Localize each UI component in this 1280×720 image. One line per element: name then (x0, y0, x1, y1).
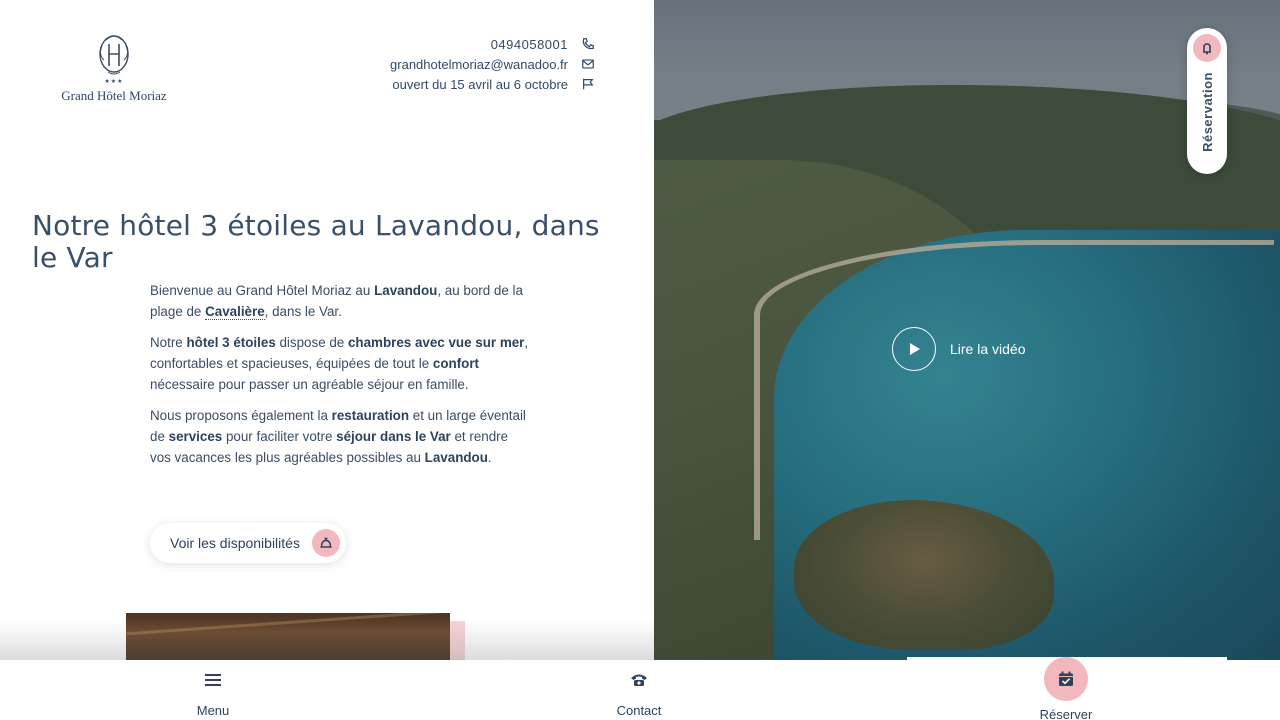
intro-paragraph-3: Nous proposons également la restauration… (150, 405, 530, 468)
reserve-icon-wrap (1044, 657, 1088, 701)
text-run: dispose de (275, 335, 348, 350)
bell-icon (1193, 34, 1221, 62)
hotel-logo[interactable]: ★★★ Grand Hôtel Moriaz (56, 30, 172, 106)
reservation-tab-label: Réservation (1199, 72, 1215, 152)
reserve-button[interactable]: Réserver (1023, 657, 1109, 720)
play-icon (892, 327, 936, 371)
availability-button-label: Voir les disponibilités (170, 535, 300, 551)
text-run: Notre (150, 335, 187, 350)
text-run-bold: confort (432, 356, 480, 371)
reservation-side-tab[interactable]: Réservation (1187, 28, 1227, 174)
intro-paragraph-1: Bienvenue au Grand Hôtel Moriaz au Lavan… (150, 280, 530, 322)
logo-stars: ★★★ (104, 79, 124, 85)
text-run-bold: Lavandou (424, 450, 488, 465)
reserve-label: Réserver (1039, 707, 1093, 720)
contact-label: Contact (616, 703, 662, 718)
opening-line: ouvert du 15 avril au 6 octobre (390, 74, 596, 94)
play-video-label: Lire la vidéo (950, 341, 1026, 357)
contact-block: 0494058001 grandhotelmoriaz@wanadoo.fr o… (390, 34, 596, 94)
text-run: , dans le Var. (264, 304, 342, 319)
text-run-bold: Lavandou (374, 283, 438, 298)
text-run: Nous proposons également la (150, 408, 332, 423)
logo-name: Grand Hôtel Moriaz (61, 88, 167, 103)
text-run: pour faciliter votre (222, 429, 337, 444)
cavaliere-link[interactable]: Cavalière (205, 304, 265, 320)
text-run-bold: chambres avec vue sur mer (347, 335, 525, 350)
text-run-bold: services (168, 429, 223, 444)
email-address[interactable]: grandhotelmoriaz@wanadoo.fr (390, 57, 568, 72)
text-run-bold: hôtel 3 étoiles (186, 335, 276, 350)
envelope-icon (580, 56, 596, 72)
text-run-bold: séjour dans le Var (336, 429, 451, 444)
text-run: Bienvenue au Grand Hôtel Moriaz au (150, 283, 375, 298)
text-run: nécessaire pour passer un agréable séjou… (150, 377, 469, 392)
phone-line[interactable]: 0494058001 (390, 34, 596, 54)
page-title: Notre hôtel 3 étoiles au Lavandou, dans … (32, 209, 600, 274)
menu-label: Menu (196, 703, 230, 718)
phone-icon (580, 36, 596, 52)
hotel-interior-image (126, 613, 450, 660)
menu-button[interactable]: Menu (170, 660, 256, 720)
reception-bell-icon (311, 529, 340, 557)
text-run: . (487, 450, 492, 465)
intro-paragraph-2: Notre hôtel 3 étoiles dispose de chambre… (150, 332, 530, 395)
left-panel: ★★★ Grand Hôtel Moriaz 0494058001 grandh… (0, 0, 654, 660)
hamburger-icon (204, 660, 222, 700)
flag-icon (580, 76, 596, 92)
calendar-check-icon (1044, 657, 1088, 701)
opening-dates: ouvert du 15 avril au 6 octobre (392, 76, 568, 92)
intro-text: Bienvenue au Grand Hôtel Moriaz au Lavan… (150, 280, 530, 478)
telephone-icon (629, 660, 649, 700)
contact-button[interactable]: Contact (596, 660, 682, 720)
bottom-nav: Menu Contact Réserver (0, 657, 1280, 720)
monogram-icon (99, 35, 129, 75)
play-video-button[interactable]: Lire la vidéo (892, 327, 1026, 371)
phone-number[interactable]: 0494058001 (491, 37, 568, 52)
availability-button[interactable]: Voir les disponibilités (150, 523, 346, 563)
email-line[interactable]: grandhotelmoriaz@wanadoo.fr (390, 54, 596, 74)
text-run-bold: restauration (331, 408, 410, 423)
